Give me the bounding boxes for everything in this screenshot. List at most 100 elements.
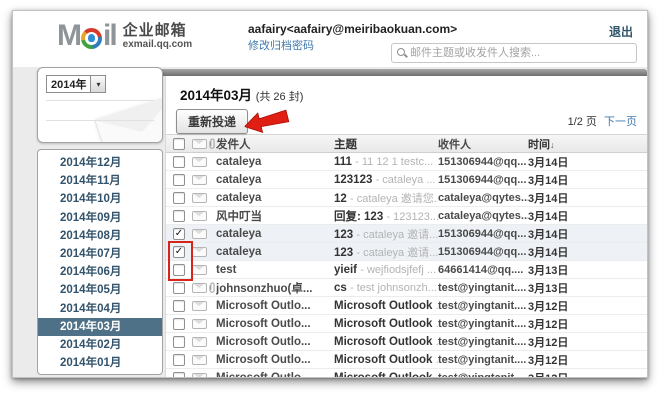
subject-cell[interactable]: 12 - cataleya 邀请您...: [334, 190, 438, 206]
column-header-subject[interactable]: 主题: [334, 136, 438, 152]
top-header: M il 企业邮箱 exmail.qq.com aafairy<aafairy@…: [13, 11, 647, 67]
row-checkbox[interactable]: ✓: [173, 354, 185, 366]
sender-cell: cataleya: [216, 192, 334, 204]
row-checkbox[interactable]: ✓: [173, 318, 185, 330]
subject-cell[interactable]: cs - test johnsonzh...: [334, 282, 438, 294]
sender-cell: test: [216, 264, 334, 276]
row-checkbox[interactable]: ✓: [173, 156, 185, 168]
subject-text: 回复: 123: [334, 211, 383, 223]
sender-cell: johnsonzhuo(卓...: [216, 280, 334, 296]
row-checkbox[interactable]: ✓: [173, 336, 185, 348]
redeliver-button[interactable]: 重新投递: [176, 109, 248, 134]
subject-cell[interactable]: Microsoft Outlook ...: [334, 336, 438, 348]
envelope-icon: [192, 229, 207, 239]
table-row[interactable]: ✓ cataleya 123 - cataleya 邀请... 15130694…: [166, 243, 647, 261]
subject-cell[interactable]: 123123 - cataleya ...: [334, 174, 438, 186]
logout-link[interactable]: 退出: [609, 23, 633, 40]
sidebar-item-month[interactable]: 2014年04月: [38, 300, 162, 318]
select-all-checkbox[interactable]: [173, 138, 185, 150]
subject-text: Microsoft Outlook: [334, 354, 432, 366]
subject-cell[interactable]: 111 - 11 12 1 testc...: [334, 156, 438, 168]
exmail-logo: M il 企业邮箱 exmail.qq.com: [57, 21, 192, 51]
sidebar-item-month[interactable]: 2014年03月: [38, 318, 162, 336]
sidebar-item-month[interactable]: 2014年11月: [38, 172, 162, 190]
recipient-cell: test@yingtanit....: [438, 318, 528, 330]
table-row[interactable]: ✓ cataleya 123123 - cataleya ... 1513069…: [166, 171, 647, 189]
sender-cell: cataleya: [216, 174, 334, 186]
subject-cell[interactable]: 123 - cataleya 邀请...: [334, 244, 438, 260]
month-label: 2014年06月: [60, 266, 121, 278]
sender-cell: cataleya: [216, 156, 334, 168]
table-row[interactable]: ✓ Microsoft Outlo... Microsoft Outlook .…: [166, 333, 647, 351]
subject-preview: - 123123...: [386, 211, 438, 223]
table-row[interactable]: ✓ Microsoft Outlo... Microsoft Outlook .…: [166, 351, 647, 369]
sidebar-item-month[interactable]: 2014年12月: [38, 154, 162, 172]
sidebar-item-month[interactable]: 2014年08月: [38, 227, 162, 245]
row-checkbox[interactable]: ✓: [173, 264, 185, 276]
search-box[interactable]: [391, 43, 637, 63]
envelope-icon: [192, 175, 207, 185]
chevron-down-icon[interactable]: ▾: [90, 76, 105, 92]
sender-cell: Microsoft Outlo...: [216, 318, 334, 330]
search-icon: [397, 48, 405, 56]
envelope-icon: [192, 157, 207, 167]
month-label: 2014年01月: [60, 357, 121, 369]
subject-preview: - wejfiodsjfefj ...: [360, 264, 436, 276]
row-checkbox[interactable]: ✓: [173, 174, 185, 186]
subject-cell[interactable]: Microsoft Outlook ...: [334, 354, 438, 366]
row-checkbox[interactable]: ✓: [173, 210, 185, 222]
sidebar-item-month[interactable]: 2014年09月: [38, 209, 162, 227]
row-checkbox[interactable]: ✓: [173, 192, 185, 204]
search-input[interactable]: [410, 45, 630, 61]
recipient-cell: 151306944@qq...: [438, 156, 528, 168]
recipient-cell: cataleya@qytes...: [438, 192, 528, 204]
column-header-time[interactable]: 时间↓: [528, 136, 588, 152]
subject-cell[interactable]: 回复: 123 - 123123...: [334, 208, 438, 224]
subject-cell[interactable]: yieif - wejfiodsjfefj ...: [334, 264, 438, 276]
subject-text: Microsoft Outlook: [334, 372, 432, 378]
subject-cell[interactable]: Microsoft Outlook ...: [334, 300, 438, 312]
time-cell: 3月13日: [528, 280, 588, 296]
envelope-icon: [192, 301, 207, 311]
row-checkbox[interactable]: ✓: [173, 282, 185, 294]
table-row[interactable]: ✓ cataleya 111 - 11 12 1 testc... 151306…: [166, 153, 647, 171]
table-row[interactable]: ✓ 风中叮当 回复: 123 - 123123... cataleya@qyte…: [166, 207, 647, 225]
column-header-sender[interactable]: 发件人: [216, 136, 334, 152]
sidebar-item-month[interactable]: 2014年07月: [38, 245, 162, 263]
time-cell: 3月12日: [528, 298, 588, 314]
sort-down-icon: ↓: [550, 140, 555, 150]
recipient-cell: 151306944@qq...: [438, 174, 528, 186]
subject-text: 12: [334, 193, 347, 205]
subject-cell[interactable]: 123 - cataleya 邀请...: [334, 226, 438, 242]
sidebar-item-month[interactable]: 2014年02月: [38, 336, 162, 354]
row-checkbox[interactable]: ✓: [173, 372, 185, 378]
envelope-icon: [192, 373, 207, 378]
sender-cell: Microsoft Outlo...: [216, 336, 334, 348]
table-row[interactable]: ✓ cataleya 123 - cataleya 邀请... 15130694…: [166, 225, 647, 243]
sidebar-item-month[interactable]: 2014年05月: [38, 281, 162, 299]
row-checkbox[interactable]: ✓: [173, 246, 185, 258]
envelope-icon: [192, 337, 207, 347]
table-row[interactable]: ✓ johnsonzhuo(卓... cs - test johnsonzh..…: [166, 279, 647, 297]
table-row[interactable]: ✓ cataleya 12 - cataleya 邀请您... cataleya…: [166, 189, 647, 207]
next-page-link[interactable]: 下一页: [604, 116, 637, 128]
month-label: 2014年02月: [60, 339, 121, 351]
row-checkbox[interactable]: ✓: [173, 300, 185, 312]
time-cell: 3月12日: [528, 334, 588, 350]
column-header-recipient[interactable]: 收件人: [438, 136, 528, 152]
row-checkbox[interactable]: ✓: [173, 228, 185, 240]
sender-cell: cataleya: [216, 246, 334, 258]
table-row[interactable]: ✓ Microsoft Outlo... Microsoft Outlook .…: [166, 297, 647, 315]
sidebar-item-month[interactable]: 2014年10月: [38, 190, 162, 208]
table-row[interactable]: ✓ test yieif - wejfiodsjfefj ... 6466141…: [166, 261, 647, 279]
time-cell: 3月12日: [528, 352, 588, 368]
sidebar-item-month[interactable]: 2014年06月: [38, 263, 162, 281]
subject-preview: - cataleya 邀请您...: [350, 193, 438, 205]
recipient-cell: cataleya@qytes...: [438, 210, 528, 222]
table-row[interactable]: ✓ Microsoft Outlo... Microsoft Outlook .…: [166, 315, 647, 333]
table-row[interactable]: ✓ Microsoft Outlo Microsoft Outlook ... …: [166, 369, 647, 377]
subject-cell[interactable]: Microsoft Outlook ...: [334, 372, 438, 378]
subject-cell[interactable]: Microsoft Outlook ...: [334, 318, 438, 330]
sidebar-item-month[interactable]: 2014年01月: [38, 354, 162, 372]
year-select[interactable]: 2014年 ▾: [46, 75, 106, 93]
